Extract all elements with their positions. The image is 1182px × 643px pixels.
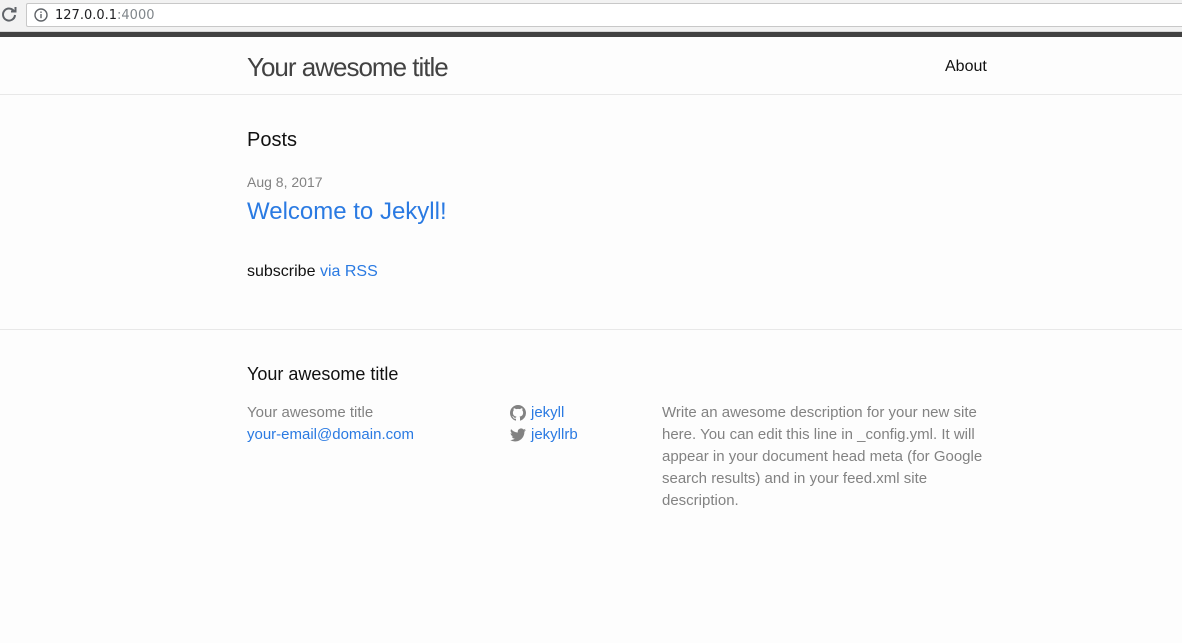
post-date: Aug 8, 2017 bbox=[247, 174, 323, 190]
rss-prefix: subscribe bbox=[247, 263, 316, 280]
nav-about-link[interactable]: About bbox=[945, 56, 987, 78]
address-bar[interactable]: 127.0.0.1:4000 bbox=[26, 3, 1182, 27]
site-title-link[interactable]: Your awesome title bbox=[247, 52, 449, 82]
social-item-twitter[interactable]: jekyllrb bbox=[510, 424, 650, 446]
footer-site-name: Your awesome title bbox=[247, 404, 374, 421]
footer-contact: Your awesome title your-email@domain.com bbox=[247, 402, 487, 446]
twitter-icon bbox=[510, 428, 526, 442]
info-icon[interactable] bbox=[34, 8, 48, 22]
github-icon bbox=[510, 405, 526, 421]
footer-social: jekyll jekyllrb bbox=[510, 402, 650, 446]
rss-link[interactable]: via RSS bbox=[320, 263, 378, 280]
site-footer: Your awesome title Your awesome title yo… bbox=[0, 329, 1182, 643]
twitter-username-link[interactable]: jekyllrb bbox=[531, 424, 578, 446]
site-header: Your awesome title About bbox=[0, 32, 1182, 95]
footer-heading: Your awesome title bbox=[247, 364, 399, 384]
github-username-link[interactable]: jekyll bbox=[531, 402, 564, 424]
footer-email-link[interactable]: your-email@domain.com bbox=[247, 426, 414, 443]
reload-icon[interactable] bbox=[0, 5, 18, 25]
url-host: 127.0.0.1 bbox=[55, 8, 118, 23]
social-item-github[interactable]: jekyll bbox=[510, 402, 650, 424]
post-title-link[interactable]: Welcome to Jekyll! bbox=[247, 197, 447, 227]
browser-toolbar: 127.0.0.1:4000 bbox=[0, 0, 1182, 32]
url-text[interactable]: 127.0.0.1:4000 bbox=[55, 8, 155, 24]
rss-subscribe: subscribe via RSS bbox=[247, 261, 378, 283]
site-description: Write an awesome description for your ne… bbox=[662, 404, 983, 509]
post-list-heading: Posts bbox=[247, 129, 298, 151]
url-port: :4000 bbox=[117, 8, 155, 23]
